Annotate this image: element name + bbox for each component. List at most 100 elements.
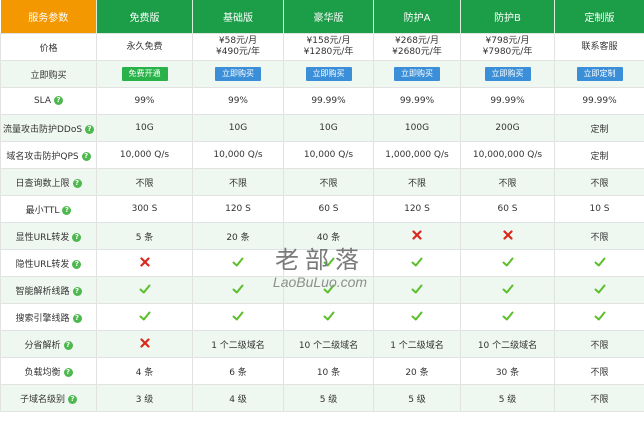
- price-monthly: ¥268元/月: [395, 36, 439, 46]
- feature-value: 10G: [192, 114, 284, 142]
- feature-label-cell: 流量攻击防护DDoS?: [0, 114, 97, 142]
- price-cell: ¥58元/月 ¥490元/年: [192, 33, 284, 61]
- price-cell: ¥798元/月 ¥7980元/年: [460, 33, 555, 61]
- feature-label-cell: 子域名级别?: [0, 384, 97, 412]
- feature-row: 分省解析? 1 个二级域名 10 个二级域名 1 个二级域名 10 个二级域名 不限: [0, 330, 644, 358]
- free-signup-button[interactable]: 免费开通: [121, 67, 168, 81]
- help-icon[interactable]: ?: [54, 96, 64, 105]
- check-icon: [460, 276, 555, 304]
- feature-value: 20 条: [192, 222, 284, 250]
- check-icon: [554, 249, 644, 277]
- buy-deluxe-button[interactable]: 立即购买: [305, 67, 352, 81]
- buy-label: 立即购买: [0, 60, 97, 88]
- feature-value: 99.99%: [283, 87, 374, 115]
- feature-label: 分省解析: [24, 340, 61, 351]
- plan-header-protect-b: 防护B: [460, 0, 555, 34]
- help-icon[interactable]: ?: [68, 394, 77, 404]
- feature-value: 5 级: [460, 384, 555, 412]
- feature-value: 5 级: [283, 384, 374, 412]
- feature-row: 负载均衡? 4 条6 条 10 条 20 条 30 条不限: [0, 357, 644, 385]
- help-icon[interactable]: ?: [72, 232, 82, 242]
- feature-label: SLA: [33, 96, 52, 106]
- buy-cell: 立即购买: [460, 60, 555, 88]
- buy-protect-b-button[interactable]: 立即购买: [484, 67, 531, 81]
- feature-label-cell: 搜索引擎线路?: [0, 303, 97, 331]
- feature-label-cell: 智能解析线路?: [0, 276, 97, 304]
- feature-value: 99.99%: [373, 87, 461, 115]
- feature-value: 100G: [373, 114, 461, 142]
- feature-label: 搜索引擎线路: [15, 313, 70, 324]
- feature-value: 不限: [460, 168, 555, 196]
- feature-value: 200G: [460, 114, 555, 142]
- feature-row: 流量攻击防护DDoS? 10G 10G 10G 100G 200G 定制: [0, 114, 644, 142]
- price-yearly: ¥2680元/年: [392, 47, 442, 57]
- help-icon[interactable]: ?: [72, 178, 82, 188]
- feature-value: 不限: [554, 222, 644, 250]
- price-contact: 联系客服: [581, 41, 618, 52]
- feature-label-cell: 负载均衡?: [0, 357, 97, 385]
- help-icon[interactable]: ?: [62, 205, 72, 215]
- feature-value: 10,000 Q/s: [96, 141, 193, 169]
- price-cell: 永久免费: [96, 33, 193, 61]
- feature-value: 3 级: [96, 384, 193, 412]
- feature-label: 隐性URL转发: [15, 259, 70, 270]
- feature-value: 1,000,000 Q/s: [373, 141, 461, 169]
- price-cell: 联系客服: [554, 33, 644, 61]
- buy-basic-button[interactable]: 立即购买: [215, 67, 261, 81]
- feature-value: 4 条: [96, 357, 193, 385]
- feature-row: 子域名级别? 3 级4 级5 级5 级5 级不限: [0, 384, 644, 412]
- feature-row: 搜索引擎线路?: [0, 303, 644, 331]
- pricing-page: 服务参数 免费版 基础版 豪华版 防护A 防护B 定制版 价格 永久免费 ¥58…: [0, 0, 644, 422]
- feature-value: 99.99%: [554, 87, 644, 115]
- feature-row: 显性URL转发? 5 条 20 条 40 条不限: [0, 222, 644, 250]
- price-monthly: ¥798元/月: [485, 36, 530, 46]
- check-icon: [96, 276, 193, 304]
- feature-label: 最小TTL: [25, 205, 60, 216]
- plan-header-custom: 定制版: [554, 0, 644, 34]
- feature-value: 20 条: [373, 357, 461, 385]
- help-icon[interactable]: ?: [81, 151, 91, 161]
- feature-label: 流量攻击防护DDoS: [2, 124, 83, 135]
- feature-value: 60 S: [283, 195, 374, 223]
- check-icon: [460, 249, 555, 277]
- feature-row: SLA? 99% 99% 99.99% 99.99% 99.99% 99.99%: [0, 87, 644, 115]
- check-icon: [373, 303, 461, 331]
- feature-label: 显性URL转发: [15, 232, 70, 243]
- cross-icon: [460, 222, 555, 250]
- help-icon[interactable]: ?: [63, 367, 73, 377]
- help-icon[interactable]: ?: [72, 286, 82, 296]
- buy-row: 立即购买 免费开通 立即购买 立即购买 立即购买 立即购买 立即定制: [0, 60, 644, 88]
- feature-value: 5 条: [96, 222, 193, 250]
- feature-value: 10G: [283, 114, 374, 142]
- check-icon: [192, 303, 284, 331]
- feature-value: 6 条: [192, 357, 284, 385]
- feature-value: 10,000 Q/s: [283, 141, 374, 169]
- feature-value: 99.99%: [460, 87, 555, 115]
- feature-row: 智能解析线路?: [0, 276, 644, 304]
- price-label: 价格: [0, 33, 97, 61]
- price-row: 价格 永久免费 ¥58元/月 ¥490元/年 ¥158元/月 ¥1280元/年 ¥2…: [0, 33, 644, 61]
- buy-protect-a-button[interactable]: 立即购买: [394, 67, 440, 81]
- check-icon: [192, 249, 284, 277]
- feature-value: 10 个二级域名: [460, 330, 555, 358]
- cross-icon: [96, 249, 193, 277]
- feature-value: 10G: [96, 114, 193, 142]
- feature-label-cell: 分省解析?: [0, 330, 97, 358]
- help-icon[interactable]: ?: [63, 340, 73, 350]
- feature-label: 日查询数上限: [15, 178, 70, 189]
- check-icon: [283, 303, 374, 331]
- price-cell: ¥158元/月 ¥1280元/年: [283, 33, 374, 61]
- feature-label-cell: 域名攻击防护QPS?: [0, 141, 97, 169]
- help-icon[interactable]: ?: [72, 313, 82, 323]
- help-icon[interactable]: ?: [72, 259, 82, 269]
- feature-row: 最小TTL? 300 S 120 S 60 S 120 S 60 S 10 S: [0, 195, 644, 223]
- custom-order-button[interactable]: 立即定制: [576, 67, 623, 81]
- help-icon[interactable]: ?: [85, 124, 95, 134]
- feature-value: 不限: [554, 357, 644, 385]
- check-icon: [554, 303, 644, 331]
- check-icon: [283, 249, 374, 277]
- feature-label: 域名攻击防护QPS: [6, 151, 79, 162]
- plan-header-deluxe: 豪华版: [283, 0, 374, 34]
- feature-value: 定制: [554, 114, 644, 142]
- check-icon: [373, 276, 461, 304]
